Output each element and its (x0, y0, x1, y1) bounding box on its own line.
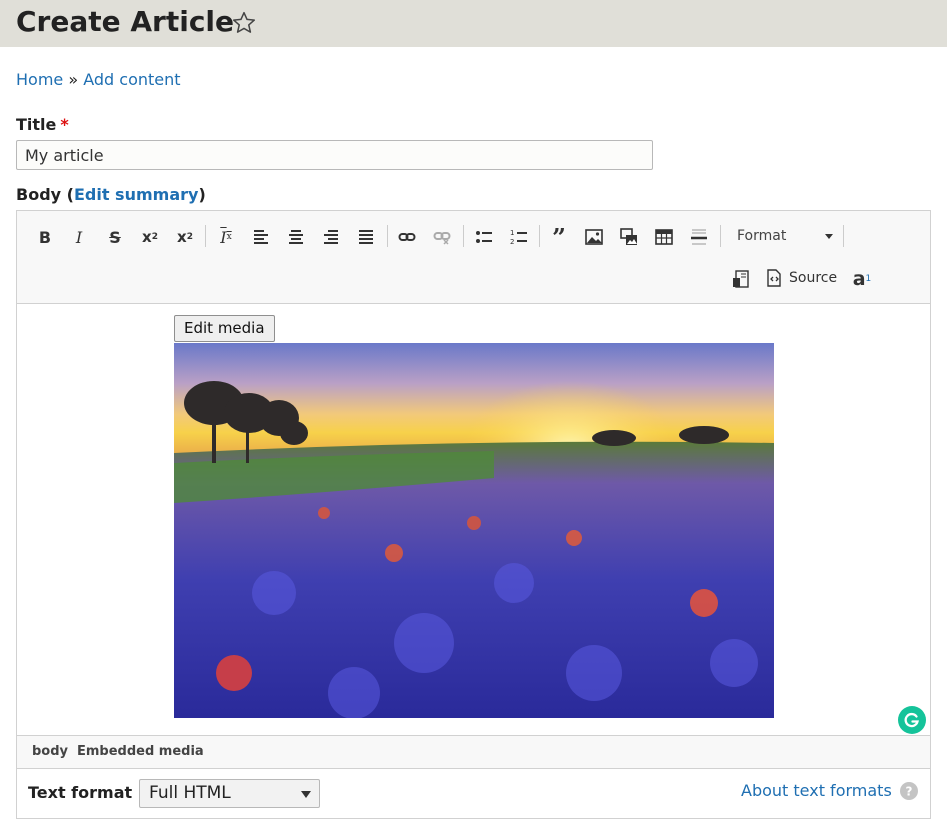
elements-path-item[interactable]: Embedded media (77, 744, 204, 759)
text-format-label: Text format (28, 783, 133, 802)
text-format-select[interactable]: Full HTML (139, 779, 320, 808)
numbered-list-icon[interactable]: 12 (506, 224, 532, 250)
table-icon[interactable] (651, 224, 677, 250)
help-icon[interactable]: ? (900, 782, 918, 800)
grammarly-icon[interactable] (898, 706, 926, 734)
strikethrough-icon[interactable]: S (102, 224, 128, 250)
superscript-icon[interactable]: x2 (137, 224, 163, 250)
toolbar-separator (843, 225, 844, 247)
blockquote-icon[interactable]: ” (546, 223, 572, 252)
bulleted-list-icon[interactable] (471, 224, 497, 250)
text-format-row: Text format Full HTML About text formats… (17, 769, 930, 818)
editor-toolbar: B I S x2 x2 Ix 12 ” Format Source a 1 (17, 211, 930, 304)
about-text-formats-link[interactable]: About text formats (741, 781, 892, 800)
page-title: Create Article (16, 5, 235, 38)
edit-summary-link[interactable]: Edit summary (74, 185, 198, 204)
align-center-icon[interactable] (283, 224, 309, 250)
toolbar-separator (205, 225, 206, 247)
image-icon[interactable] (581, 224, 607, 250)
horizontal-rule-icon[interactable] (686, 224, 712, 250)
editor-content-area[interactable]: Edit media (17, 305, 930, 735)
toolbar-separator (720, 225, 721, 247)
source-button[interactable]: Source (765, 266, 837, 290)
remove-format-icon[interactable]: Ix (213, 224, 239, 250)
body-label: Body (Edit summary) (16, 185, 206, 204)
toolbar-separator (463, 225, 464, 247)
elements-path: body Embedded media (17, 735, 930, 769)
link-icon[interactable] (394, 224, 420, 250)
format-dropdown[interactable]: Format (727, 224, 839, 248)
body-label-text: Body (16, 185, 62, 204)
bold-icon[interactable]: B (32, 224, 58, 250)
format-dropdown-label: Format (737, 228, 787, 244)
toolbar-separator (539, 225, 540, 247)
star-icon[interactable] (231, 10, 257, 36)
toolbar-separator (387, 225, 388, 247)
svg-text:?: ? (906, 785, 913, 799)
breadcrumb-separator: » (68, 70, 79, 89)
source-icon (767, 269, 781, 287)
svg-text:2: 2 (510, 238, 514, 246)
title-label-text: Title (16, 115, 57, 134)
required-marker: * (60, 115, 69, 134)
svg-text:1: 1 (510, 229, 514, 237)
body-open-paren: ( (66, 185, 74, 204)
text-format-selected: Full HTML (149, 783, 231, 803)
title-input[interactable] (16, 140, 653, 170)
wysiwyg-editor: B I S x2 x2 Ix 12 ” Format Source a 1 Ed… (16, 210, 931, 819)
unlink-icon[interactable] (429, 224, 455, 250)
media-embed-icon[interactable] (616, 224, 642, 250)
language-icon[interactable]: a1 (849, 266, 875, 292)
page-header: Create Article (0, 0, 947, 47)
breadcrumb: Home » Add content (16, 70, 181, 89)
template-icon[interactable] (728, 266, 754, 292)
elements-path-item[interactable]: body (32, 744, 68, 759)
embedded-media-image[interactable] (174, 343, 774, 718)
breadcrumb-home-link[interactable]: Home (16, 70, 63, 89)
breadcrumb-add-content-link[interactable]: Add content (83, 70, 180, 89)
body-close-paren: ) (198, 185, 206, 204)
title-label: Title * (16, 115, 69, 134)
align-right-icon[interactable] (318, 224, 344, 250)
source-label: Source (789, 270, 838, 286)
italic-icon[interactable]: I (66, 224, 92, 250)
subscript-icon[interactable]: x2 (172, 224, 198, 250)
chevron-down-icon (825, 234, 833, 239)
chevron-down-icon (301, 791, 311, 798)
edit-media-button[interactable]: Edit media (174, 315, 275, 342)
align-left-icon[interactable] (248, 224, 274, 250)
justify-icon[interactable] (353, 224, 379, 250)
